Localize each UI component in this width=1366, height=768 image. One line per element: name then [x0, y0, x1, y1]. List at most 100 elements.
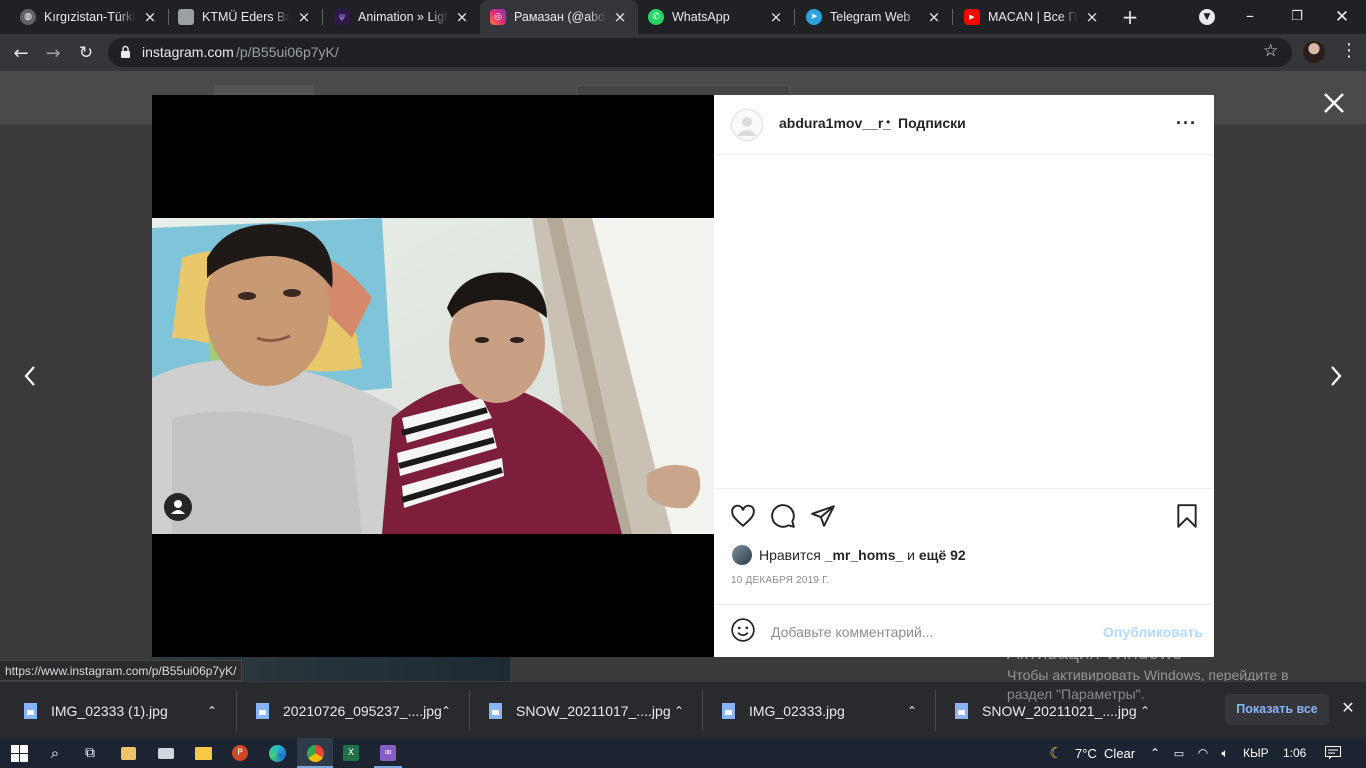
task-view-icon[interactable]: ⧉ [79, 742, 101, 764]
likes-summary: Нравится _mr_homs_ и ещё 92 [759, 547, 966, 563]
download-filename: 20210726_095237_....jpg [283, 702, 442, 719]
tab-whatsapp[interactable]: ✆ WhatsApp × [638, 0, 794, 34]
lock-icon [120, 45, 131, 59]
close-tab-icon[interactable]: × [1084, 8, 1100, 26]
tab-separator [952, 9, 953, 25]
liker-username[interactable]: _mr_homs_ [825, 547, 904, 563]
emoji-icon[interactable] [730, 617, 756, 643]
download-bar: раздел "Параметры". IMG_02333 (1).jpg ⌃ … [0, 681, 1366, 738]
download-item[interactable]: SNOW_20211017_....jpg [489, 682, 671, 739]
camera-icon[interactable] [155, 742, 177, 764]
likes-and: и [907, 547, 915, 563]
share-icon[interactable] [810, 503, 836, 529]
browser-toolbar: ← → ↻ instagram.com /p/B55ui06p7yK/ ☆ ⋮ [0, 34, 1366, 71]
back-icon[interactable]: ← [8, 40, 34, 66]
clock-time[interactable]: 1:06 [1283, 746, 1306, 760]
tab-title: KTMÜ Eders Bahar [202, 10, 290, 24]
author-username[interactable]: abdura1mov__r_ [779, 115, 891, 131]
more-options-icon[interactable]: ··· [1176, 113, 1197, 134]
bookmark-star-icon[interactable]: ☆ [1263, 41, 1278, 61]
whatsapp-icon: ✆ [648, 9, 664, 25]
like-heart-icon[interactable] [730, 503, 756, 529]
save-bookmark-icon[interactable] [1174, 503, 1200, 529]
visual-studio-icon[interactable]: ∞ [377, 742, 399, 764]
download-item[interactable]: IMG_02333.jpg [722, 682, 845, 739]
volume-icon[interactable]: 🔈︎ [1214, 742, 1236, 764]
weather-moon-icon[interactable]: ☾ [1045, 742, 1067, 764]
edge-icon[interactable] [266, 742, 288, 764]
search-icon[interactable]: ⌕ [44, 742, 66, 764]
tab-ktmu[interactable]: KTMÜ Eders Bahar × [168, 0, 322, 34]
next-post-icon[interactable] [1326, 363, 1346, 389]
close-tab-icon[interactable]: × [768, 8, 784, 26]
download-filename: IMG_02333.jpg [749, 702, 845, 719]
publish-comment-button[interactable]: Опубликовать [1103, 624, 1203, 640]
powerpoint-icon[interactable]: P [229, 742, 251, 764]
minimize-icon[interactable]: – [1238, 6, 1262, 28]
store-icon[interactable] [117, 742, 139, 764]
address-bar[interactable]: instagram.com /p/B55ui06p7yK/ ☆ [108, 38, 1292, 67]
tab-instagram[interactable]: ◎ Рамазан (@abdura1mov__r_) × [480, 0, 638, 34]
tab-animation[interactable]: ψ Animation » Light × [324, 0, 480, 34]
url-path: /p/B55ui06p7yK/ [236, 44, 339, 60]
document-icon [178, 9, 194, 25]
language-indicator[interactable]: КЫР [1243, 746, 1269, 760]
comment-input[interactable]: Добавьте комментарий... [771, 624, 933, 640]
close-tab-icon[interactable]: × [296, 8, 312, 26]
tagged-users-icon[interactable] [164, 493, 192, 521]
chevron-up-icon[interactable]: ⌃ [1144, 742, 1166, 764]
chevron-up-icon[interactable]: ⌃ [204, 682, 220, 739]
tab-strip: ◍ Kırgızistan-Türkiye × KTMÜ Eders Bahar… [0, 0, 1366, 34]
battery-icon[interactable]: ▭ [1168, 742, 1190, 764]
page-viewport: abdura1mov__r_ • Подписки ··· Нравится _… [0, 71, 1366, 681]
tab-title: Рамазан (@abdura1mov__r_) [514, 10, 606, 24]
new-tab-icon[interactable]: + [1118, 5, 1142, 29]
close-modal-icon[interactable] [1320, 89, 1348, 117]
liker-avatar[interactable] [732, 545, 752, 565]
chrome-icon[interactable] [304, 742, 326, 764]
file-icon [722, 702, 735, 719]
close-window-icon[interactable]: ✕ [1330, 6, 1354, 28]
previous-post-icon[interactable] [20, 363, 40, 389]
file-explorer-icon[interactable] [192, 742, 214, 764]
following-button[interactable]: Подписки [898, 115, 966, 131]
likes-more-link[interactable]: ещё 92 [919, 547, 966, 563]
tab-title: Telegram Web [830, 10, 911, 24]
menu-dots-icon[interactable]: ⋮ [1340, 40, 1358, 61]
globe-icon: ◍ [20, 9, 36, 25]
chevron-up-icon[interactable]: ⌃ [671, 682, 687, 739]
author-avatar[interactable] [731, 109, 763, 141]
forward-icon[interactable]: → [40, 40, 66, 66]
post-header: abdura1mov__r_ • Подписки ··· [714, 95, 1214, 155]
download-item[interactable]: 20210726_095237_....jpg [256, 682, 442, 739]
tab-telegram[interactable]: ➤ Telegram Web × [796, 0, 952, 34]
show-all-downloads-button[interactable]: Показать все [1225, 694, 1329, 725]
weather-text[interactable]: 7°C Clear [1075, 746, 1135, 761]
chevron-up-icon[interactable]: ⌃ [1137, 682, 1153, 739]
tab-kirgizistan[interactable]: ◍ Kırgızistan-Türkiye × [10, 0, 168, 34]
post-photo [152, 218, 714, 534]
comment-icon[interactable] [770, 503, 796, 529]
close-tab-icon[interactable]: × [926, 8, 942, 26]
close-tab-icon[interactable]: × [612, 8, 628, 26]
download-item[interactable]: SNOW_20211021_....jpg [955, 682, 1137, 739]
close-download-bar-icon[interactable]: ✕ [1338, 698, 1358, 720]
chevron-up-icon[interactable]: ⌃ [904, 682, 920, 739]
download-item[interactable]: IMG_02333 (1).jpg [24, 682, 168, 739]
chevron-up-icon[interactable]: ⌃ [438, 682, 454, 739]
close-tab-icon[interactable]: × [142, 8, 158, 26]
wifi-icon[interactable]: ◠ [1192, 742, 1214, 764]
close-tab-icon[interactable]: × [454, 8, 470, 26]
reload-icon[interactable]: ↻ [73, 40, 99, 66]
windows-start-icon[interactable] [8, 742, 30, 764]
animation-logo-icon: ψ [334, 9, 350, 25]
profile-avatar[interactable] [1303, 41, 1325, 63]
download-filename: SNOW_20211017_....jpg [516, 702, 671, 719]
tab-youtube[interactable]: ▶ MACAN | Все Песни × [954, 0, 1110, 34]
post-media[interactable] [152, 95, 714, 657]
notifications-icon[interactable] [1322, 742, 1344, 764]
tab-title: MACAN | Все Песни [988, 10, 1078, 24]
tab-search-icon[interactable]: ▼ [1199, 9, 1215, 25]
excel-icon[interactable]: X [340, 742, 362, 764]
restore-icon[interactable]: ❐ [1285, 6, 1309, 28]
